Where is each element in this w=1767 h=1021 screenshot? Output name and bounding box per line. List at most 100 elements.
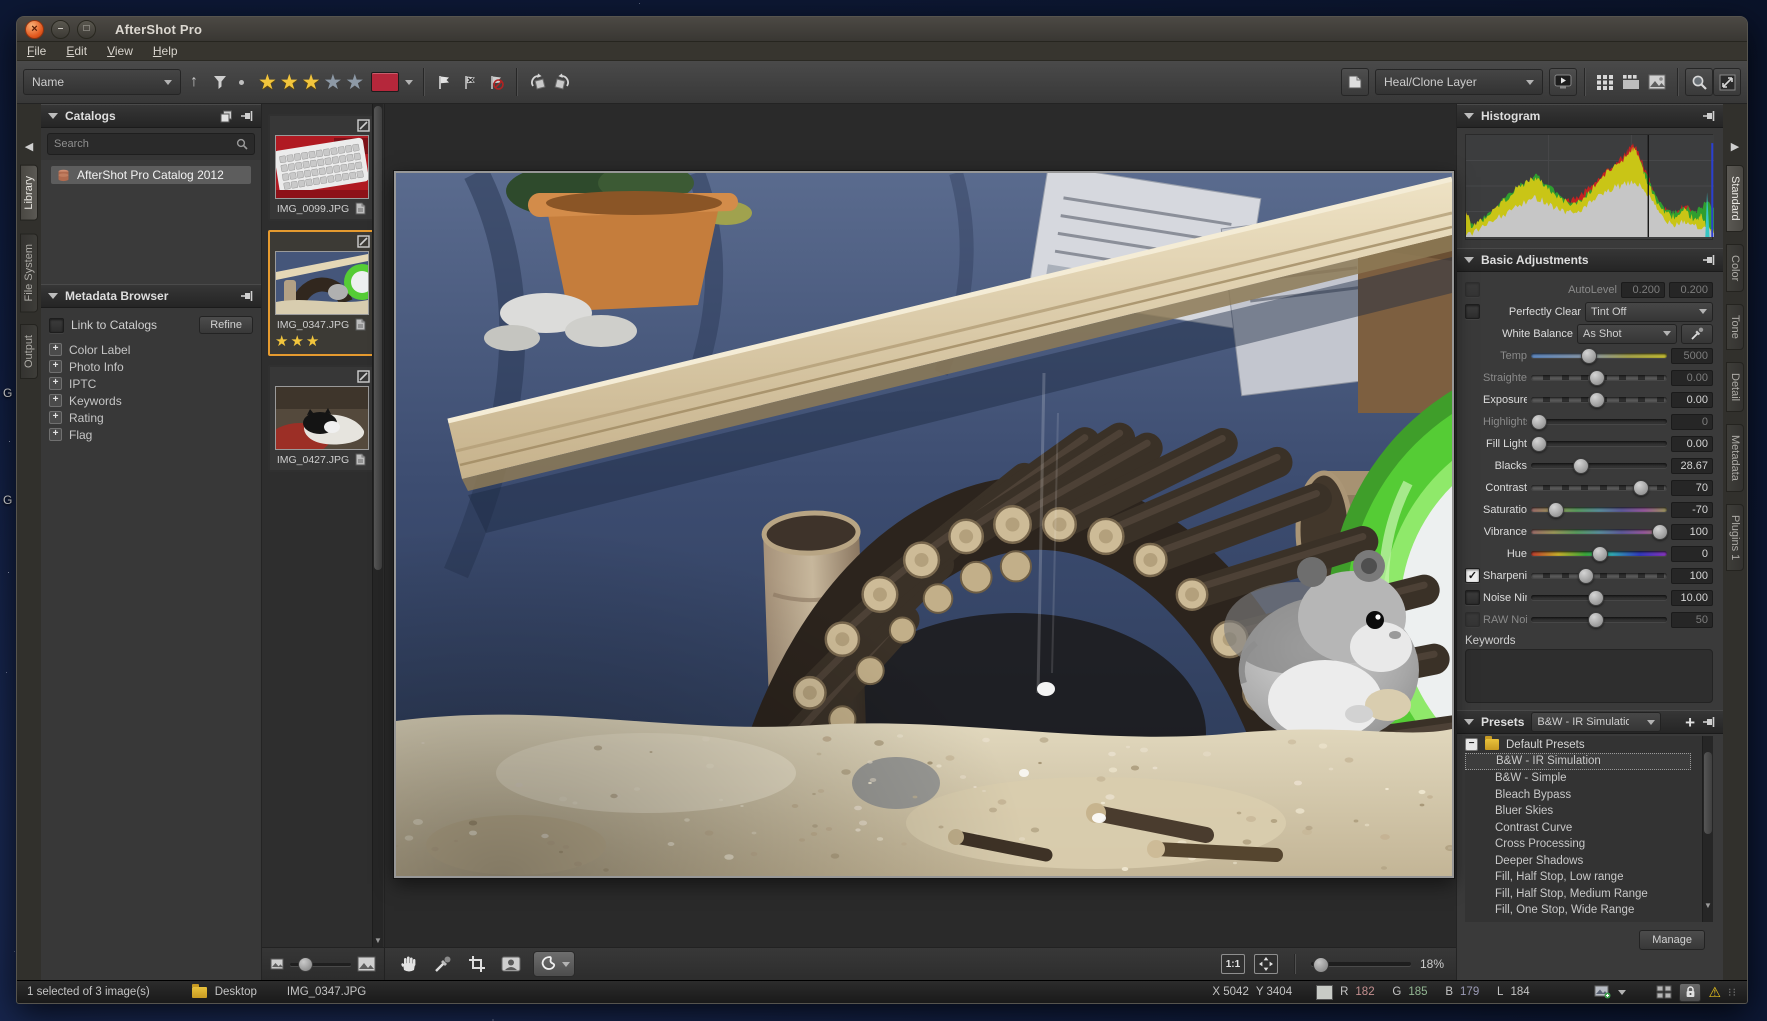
expand-plus-icon[interactable]: + [49, 360, 62, 373]
catalog-item[interactable]: AfterShot Pro Catalog 2012 [51, 166, 251, 184]
basic-adjustments-section-header[interactable]: Basic Adjustments [1457, 248, 1723, 272]
expand-plus-icon[interactable]: + [49, 394, 62, 407]
hue-value[interactable]: 0 [1671, 546, 1713, 562]
thumbnail-view-button[interactable] [1592, 69, 1618, 95]
saturation-value[interactable]: -70 [1671, 502, 1713, 518]
window-close-button[interactable]: × [25, 20, 44, 39]
crop-tool-button[interactable] [465, 952, 489, 976]
straighten-value[interactable]: 0.00 [1671, 370, 1713, 386]
slider-thumb[interactable] [1581, 348, 1597, 364]
manage-presets-button[interactable]: Manage [1639, 930, 1705, 950]
small-thumbnails-icon[interactable] [270, 958, 284, 970]
preset-item[interactable]: Bluer Skies [1465, 803, 1713, 820]
filter-button[interactable] [207, 69, 233, 95]
histogram-section-header[interactable]: Histogram [1457, 104, 1723, 128]
slider-thumb[interactable] [1633, 480, 1649, 496]
saturation-slider[interactable] [1531, 507, 1667, 512]
main-photo[interactable] [394, 171, 1454, 878]
slider-thumb[interactable] [1548, 502, 1564, 518]
slider-thumb[interactable] [1589, 370, 1605, 386]
combined-view-button[interactable] [1618, 69, 1644, 95]
preset-item[interactable]: Cross Processing [1465, 836, 1713, 853]
label-color-filter-button[interactable] [368, 69, 416, 95]
metadata-tree-item[interactable]: +IPTC [49, 376, 253, 391]
metadata-tree-item[interactable]: +Keywords [49, 393, 253, 408]
presets-scrollbar[interactable]: ▼ [1702, 736, 1713, 922]
slideshow-button[interactable] [1549, 68, 1577, 96]
menu-file[interactable]: File [27, 44, 46, 58]
rotate-right-button[interactable] [550, 69, 576, 95]
slider-thumb[interactable] [1652, 524, 1668, 540]
filmstrip-thumbnail-IMG_0099.JPG[interactable]: IMG_0099.JPG [268, 114, 376, 221]
soft-proofing-icon[interactable] [1594, 985, 1611, 999]
warning-icon[interactable]: ⚠ [1708, 985, 1721, 999]
vibrance-value[interactable]: 100 [1671, 524, 1713, 540]
resize-grip[interactable]: ⁝⁝ [1728, 986, 1737, 999]
sharpening-checkbox[interactable]: ✓ [1465, 568, 1480, 583]
preset-item[interactable]: Deeper Shadows [1465, 853, 1713, 870]
raw-noise-value[interactable]: 50 [1671, 612, 1713, 628]
window-maximize-button[interactable]: □ [77, 20, 96, 39]
sharpening-value[interactable]: 100 [1671, 568, 1713, 584]
exposure-value[interactable]: 0.00 [1671, 392, 1713, 408]
catalogs-section-header[interactable]: Catalogs [41, 104, 261, 128]
pin-icon[interactable] [1703, 110, 1716, 122]
preset-item[interactable]: Bleach Bypass [1465, 787, 1713, 804]
slider-thumb[interactable] [1588, 612, 1604, 628]
new-layer-button[interactable] [1341, 68, 1369, 96]
vibrance-slider[interactable] [1531, 529, 1667, 534]
hue-slider[interactable] [1531, 551, 1667, 556]
preset-item[interactable]: B&W - IR Simulation [1465, 753, 1691, 770]
zoom-fit-button[interactable] [1254, 954, 1278, 974]
lock-button[interactable] [1679, 983, 1701, 1002]
large-thumbnails-icon[interactable] [357, 956, 376, 972]
slider-thumb[interactable] [1589, 392, 1605, 408]
pin-icon[interactable] [241, 110, 254, 122]
metadata-tree-item[interactable]: +Flag [49, 427, 253, 442]
white-balance-dropdown[interactable]: As Shot [1577, 324, 1677, 344]
link-to-catalogs-checkbox[interactable] [49, 318, 64, 333]
expand-plus-icon[interactable]: + [49, 377, 62, 390]
contrast-value[interactable]: 70 [1671, 480, 1713, 496]
autolevel-value-2[interactable]: 0.200 [1669, 282, 1713, 298]
zoom-actual-size-button[interactable]: 1:1 [1221, 954, 1245, 974]
thumbnail-size-slider[interactable] [290, 963, 351, 966]
tint-dropdown[interactable]: Tint Off [1585, 302, 1713, 322]
tab-left-library[interactable]: Library [20, 165, 38, 221]
thumbnail-star-rating[interactable]: ★★★ [275, 332, 372, 350]
metadata-tree-item[interactable]: +Photo Info [49, 359, 253, 374]
collapse-left-panel-arrow[interactable]: ◀ [25, 140, 33, 153]
contrast-slider[interactable] [1531, 485, 1667, 490]
sort-direction-button[interactable]: ↑ [181, 69, 207, 95]
zoom-slider-knob[interactable] [1313, 957, 1329, 973]
tab-right-plugins-1[interactable]: Plugins 1 [1726, 504, 1744, 571]
tab-right-color[interactable]: Color [1726, 244, 1744, 292]
rating-star-3[interactable]: ★ [302, 72, 321, 93]
window-minimize-button[interactable]: – [51, 20, 70, 39]
presets-section-header[interactable]: Presets B&W - IR Simulation + [1457, 710, 1723, 734]
white-balance-picker-button[interactable] [1681, 324, 1713, 344]
preset-item[interactable]: B&W - Simple [1465, 770, 1713, 787]
rating-star-4[interactable]: ★ [323, 72, 342, 93]
noise-ninja-value[interactable]: 10.00 [1671, 590, 1713, 606]
tab-right-detail[interactable]: Detail [1726, 362, 1744, 412]
preset-item[interactable]: Fill, Half Stop, Medium Range [1465, 886, 1713, 903]
presets-folder-row[interactable]: − Default Presets [1465, 736, 1713, 753]
preset-select-dropdown[interactable]: B&W - IR Simulation [1531, 712, 1661, 732]
slider-thumb[interactable] [1573, 458, 1589, 474]
flag-unflag-button[interactable] [457, 69, 483, 95]
add-preset-button[interactable]: + [1685, 714, 1695, 731]
menu-edit[interactable]: Edit [66, 44, 87, 58]
filmstrip-scrollbar[interactable]: ▼ [372, 104, 383, 947]
raw-noise-slider[interactable] [1531, 617, 1667, 622]
menu-help[interactable]: Help [153, 44, 178, 58]
sharpening-slider[interactable] [1531, 573, 1667, 578]
temp-value[interactable]: 5000 [1671, 348, 1713, 364]
filmstrip-thumbnail-IMG_0427.JPG[interactable]: IMG_0427.JPG [268, 365, 376, 472]
noise-ninja-slider[interactable] [1531, 595, 1667, 600]
collapse-right-panel-arrow[interactable]: ▶ [1731, 140, 1739, 153]
tab-right-standard[interactable]: Standard [1726, 165, 1744, 232]
tab-right-tone[interactable]: Tone [1726, 304, 1744, 350]
catalog-search-input[interactable]: Search [47, 133, 255, 155]
blacks-slider[interactable] [1531, 463, 1667, 468]
